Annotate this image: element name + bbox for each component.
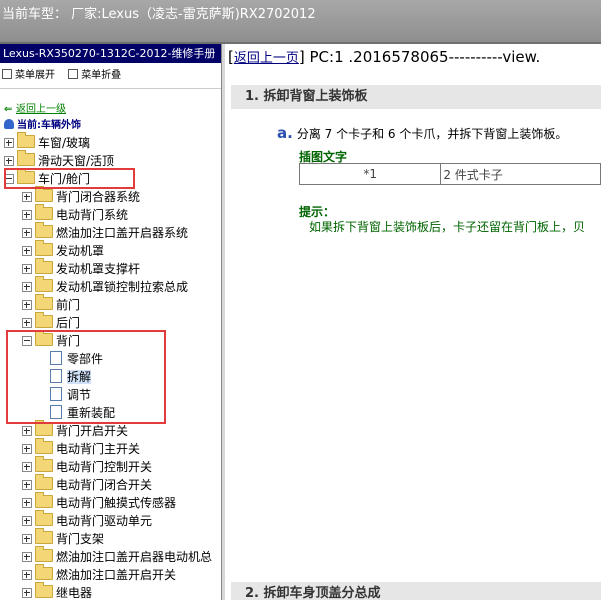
tree-item-label: 滑动天窗/活顶 [38, 154, 115, 168]
navigation-pane: Lexus-RX350270-1312C-2012-维修手册 菜单展开 菜单折叠… [0, 44, 222, 600]
expand-toggle-icon[interactable] [22, 480, 32, 490]
tree-item-label: 背门支架 [56, 532, 105, 546]
tree-item[interactable]: 继电器 [22, 582, 93, 600]
menu-toolbar: 菜单展开 菜单折叠 [2, 66, 131, 81]
back-arrow-icon: ⇐ [4, 104, 13, 115]
expand-toggle-icon[interactable] [22, 498, 32, 508]
folder-icon [35, 528, 53, 544]
folder-icon [35, 420, 53, 436]
section-heading-2: 2. 拆卸车身顶盖分总成 [231, 582, 601, 600]
collapse-menu-button[interactable]: 菜单折叠 [68, 69, 121, 81]
tree-item-label: 燃油加注口盖开启器电动机总 [56, 550, 213, 564]
step-marker: a. [277, 124, 293, 142]
tree-item-label: 电动背门控制开关 [56, 460, 153, 474]
folder-icon [35, 456, 53, 472]
tree-item[interactable]: 前门 [22, 294, 81, 314]
current-model-label: 当前车型： 厂家:Lexus（凌志-雷克萨斯)RX2702012 [2, 7, 316, 22]
expand-toggle-icon[interactable] [22, 246, 32, 256]
table-row: *1 2 件式卡子 [298, 163, 601, 185]
tree-item-label: 燃油加注口盖开启开关 [56, 568, 177, 582]
tree-item-label: 燃油加注口盖开启器系统 [56, 226, 189, 240]
collapse-icon [68, 69, 79, 79]
folder-icon [35, 276, 53, 292]
expand-toggle-icon[interactable] [22, 570, 32, 580]
expand-toggle-icon[interactable] [22, 462, 32, 472]
expand-toggle-icon[interactable] [22, 318, 32, 328]
tree-item[interactable]: 燃油加注口盖开启器电动机总 [22, 546, 213, 566]
table-cell: 2 件式卡子 [440, 163, 601, 185]
tree-item[interactable]: 电动背门触摸式传感器 [22, 492, 177, 512]
expand-toggle-icon[interactable] [4, 138, 14, 148]
page-header: [返回上一页] PC:1 .2016578065----------view. [228, 48, 541, 66]
expand-toggle-icon[interactable] [22, 300, 32, 310]
tree-item[interactable]: 燃油加注口盖开启开关 [22, 564, 177, 584]
folder-icon [17, 150, 35, 166]
folder-icon [35, 294, 53, 310]
expand-toggle-icon[interactable] [22, 264, 32, 274]
tree-item[interactable]: 发动机罩锁控制拉索总成 [22, 276, 189, 296]
folder-icon [35, 186, 53, 202]
manual-title: Lexus-RX350270-1312C-2012-维修手册 [0, 44, 221, 63]
expand-toggle-icon[interactable] [22, 228, 32, 238]
folder-icon [35, 546, 53, 562]
folder-icon [35, 258, 53, 274]
step-text: 分离 7 个卡子和 6 个卡爪，并拆下背窗上装饰板。 [296, 127, 568, 141]
highlight-box-door [4, 168, 135, 189]
tree-item-label: 电动背门系统 [56, 208, 129, 222]
expand-menu-button[interactable]: 菜单展开 [2, 69, 55, 81]
expand-icon [2, 69, 12, 79]
expand-toggle-icon[interactable] [22, 516, 32, 526]
tree-item-label: 发动机罩锁控制拉索总成 [56, 280, 189, 294]
folder-icon [35, 222, 53, 238]
tree-item[interactable]: 燃油加注口盖开启器系统 [22, 222, 189, 242]
expand-toggle-icon[interactable] [22, 588, 32, 598]
folder-icon [35, 312, 53, 328]
folder-icon [35, 510, 53, 526]
folder-icon [35, 204, 53, 220]
folder-icon [35, 240, 53, 256]
folder-icon [35, 582, 53, 598]
section-heading-1: 1. 拆卸背窗上装饰板 [231, 85, 601, 109]
title-bar: 当前车型： 厂家:Lexus（凌志-雷克萨斯)RX2702012 [0, 0, 601, 42]
content-pane: [返回上一页] PC:1 .2016578065----------view. … [225, 44, 601, 600]
tree-item-label: 背门开启开关 [56, 424, 129, 438]
expand-toggle-icon[interactable] [4, 156, 14, 166]
tree-item-label: 电动背门主开关 [56, 442, 141, 456]
tree-item-label: 前门 [56, 298, 81, 312]
tree-item-label: 后门 [56, 316, 81, 330]
expand-toggle-icon[interactable] [22, 552, 32, 562]
tree-item-label: 背门闭合器系统 [56, 190, 141, 204]
tree-item-label: 电动背门闭合开关 [56, 478, 153, 492]
step-a: a. 分离 7 个卡子和 6 个卡爪，并拆下背窗上装饰板。 [277, 124, 567, 142]
expand-toggle-icon[interactable] [22, 282, 32, 292]
expand-toggle-icon[interactable] [22, 210, 32, 220]
expand-toggle-icon[interactable] [22, 444, 32, 454]
toolbar-divider [0, 88, 221, 89]
highlight-box-back-door [6, 330, 166, 424]
page-id: PC:1 .2016578065----------view. [304, 48, 541, 66]
expand-toggle-icon[interactable] [22, 192, 32, 202]
folder-icon [35, 438, 53, 454]
tree-item-label: 发动机罩 [56, 244, 105, 258]
back-page-link[interactable]: 返回上一页 [234, 51, 299, 66]
location-icon [4, 119, 14, 129]
folder-icon [35, 492, 53, 508]
table-cell: *1 [298, 163, 442, 185]
tree-item-label: 继电器 [56, 586, 93, 600]
expand-toggle-icon[interactable] [22, 534, 32, 544]
tree-item-label: 车窗/玻璃 [38, 136, 91, 150]
tip-text: 如果拆下背窗上装饰板后，卡子还留在背门板上，贝 [309, 220, 586, 234]
back-up-level-link[interactable]: ⇐ 返回上一级 [4, 100, 66, 115]
tree-item-label: 电动背门驱动单元 [56, 514, 153, 528]
tree-item-label: 发动机罩支撑杆 [56, 262, 141, 276]
current-category: 当前:车辆外饰 [4, 116, 81, 131]
folder-icon [17, 132, 35, 148]
expand-toggle-icon[interactable] [22, 426, 32, 436]
tree-item-label: 电动背门触摸式传感器 [56, 496, 177, 510]
folder-icon [35, 564, 53, 580]
folder-icon [35, 474, 53, 490]
illustration-table: *1 2 件式卡子 [298, 163, 601, 185]
